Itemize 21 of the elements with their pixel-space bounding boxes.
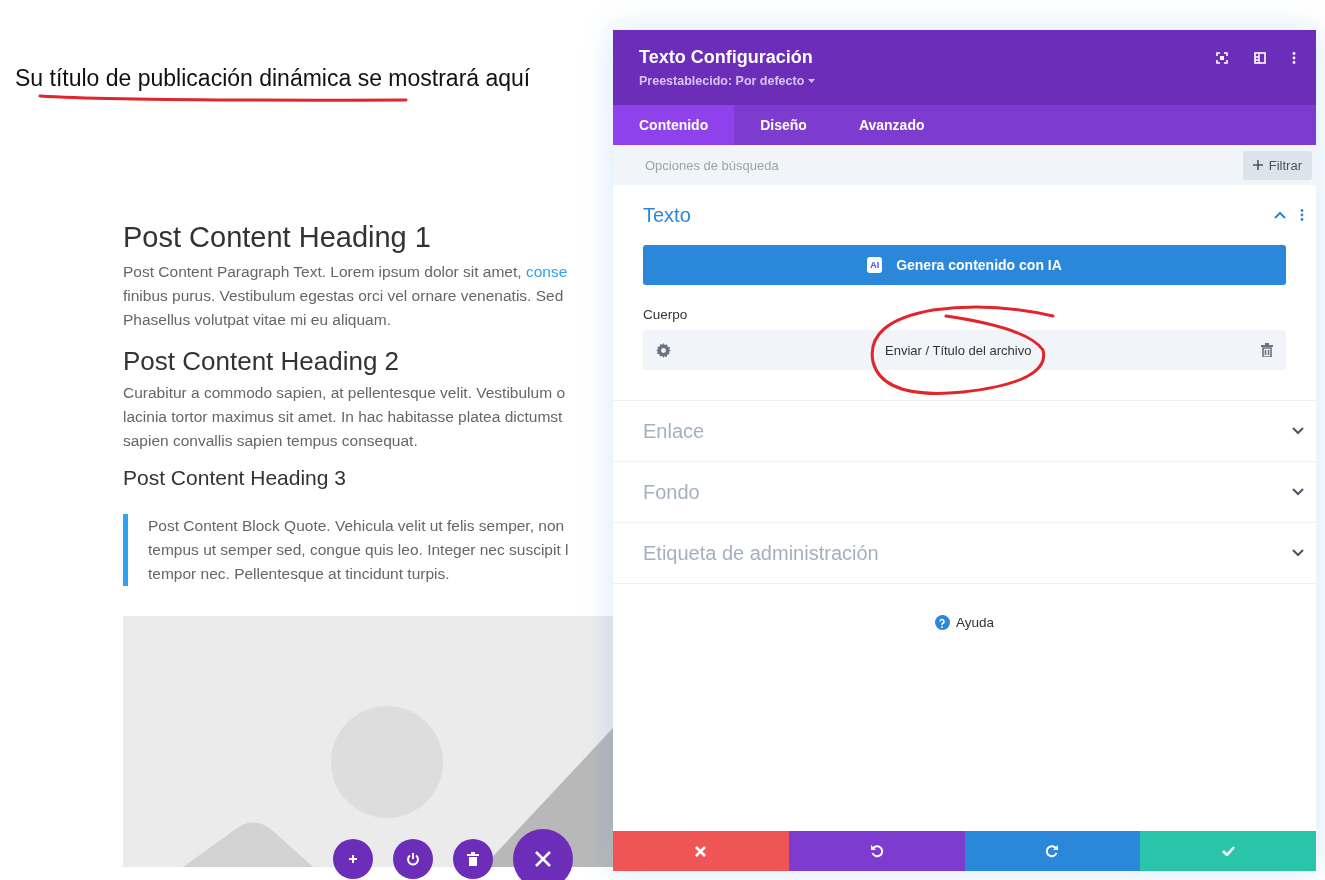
field-label: Cuerpo bbox=[643, 307, 689, 322]
heading: Post Content Heading 2 bbox=[123, 345, 400, 377]
heading: Post Content Heading 3 bbox=[123, 465, 346, 491]
link[interactable]: conse bbox=[525, 262, 568, 280]
preset-dropdown[interactable]: Preestablecido: Por defecto bbox=[639, 74, 816, 88]
paragraph: Curabitur a commodo sapien, at pellentesque velit. Vestibulum o lacinia tortor maximus sit amet. In hac habitasse platea dictumst sapien convallis sapien tempus consequat. bbox=[123, 383, 565, 451]
help-link[interactable]: Ayuda bbox=[928, 614, 1000, 631]
ai-badge: AI bbox=[867, 257, 883, 273]
section-toggle[interactable]: Texto bbox=[643, 203, 691, 227]
panel-title: Texto Configuración bbox=[639, 47, 814, 68]
block-quote: Post Content Block Quote. Vehicula velit ut felis semper, non tempus ut semper sed, congue quis leo. Integer nec suscipit l tempor nec. Pellentesque at tincidunt turpis. bbox=[148, 516, 569, 585]
post-title: Su título de publicación dinámica se mostrará aquí bbox=[15, 64, 531, 93]
tab[interactable]: Avanzado bbox=[832, 105, 951, 145]
filter-button[interactable]: Filtrar bbox=[1242, 150, 1312, 180]
paragraph: Post Content Paragraph Text. Lorem ipsum dolor sit amet, conse finibus purus. Vestibulum egestas orci vel ornare venenatis. Sed Phasellus volutpat vitae mi eu aliquam. bbox=[123, 261, 568, 330]
search-field[interactable]: Opciones de búsqueda bbox=[643, 156, 947, 174]
heading: Post Content Heading 1 bbox=[123, 220, 431, 255]
tab[interactable]: Diseño bbox=[734, 105, 833, 145]
ai-generate-button[interactable]: AI Genera contenido con IA bbox=[643, 245, 1286, 285]
dynamic-content-value: Enviar / Título del archivo bbox=[885, 342, 1032, 358]
tab[interactable]: Contenido bbox=[613, 105, 735, 145]
